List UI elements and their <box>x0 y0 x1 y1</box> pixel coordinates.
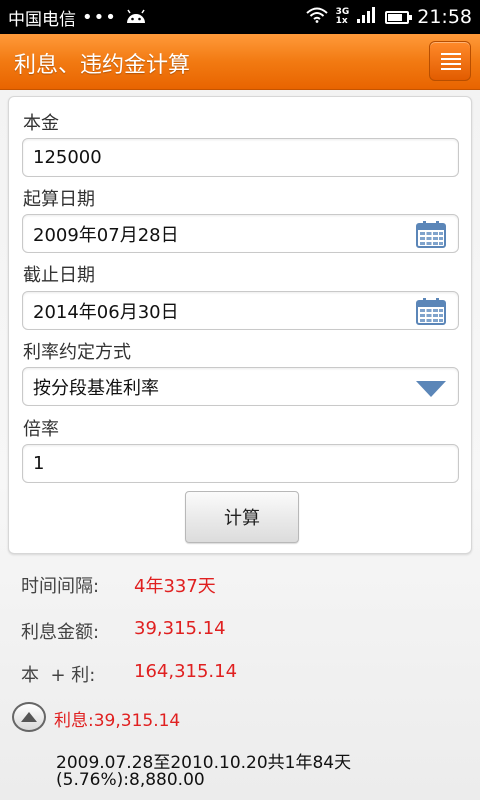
notification-dots: ••• <box>82 6 117 28</box>
total-value: 164,315.14 <box>134 661 238 682</box>
battery-icon <box>385 10 413 24</box>
menu-button[interactable] <box>429 41 471 81</box>
detail-line: (5.76%):8,880.00 <box>56 770 205 790</box>
multiplier-field[interactable] <box>22 444 459 483</box>
interval-value: 4年337天 <box>134 576 216 597</box>
network-type: 3G 1x <box>335 7 350 26</box>
dropdown-arrow-icon <box>416 381 446 402</box>
principal-field[interactable] <box>22 138 459 177</box>
calendar-icon[interactable] <box>416 221 446 253</box>
carrier-name: 中国电信 <box>8 9 76 30</box>
principal-label: 本金 <box>23 113 59 134</box>
interval-label: 时间间隔: <box>21 576 100 597</box>
calculate-button[interactable]: 计算 <box>185 491 299 543</box>
list-menu-icon <box>441 53 461 70</box>
detail-interest-title: 利息:39,315.14 <box>54 711 181 731</box>
input-form-card: 本金 起算日期 2009年07月28日 截止日期 2014年06月30日 <box>8 96 472 554</box>
status-bar: 中国电信 ••• 3G 1x 21:58 <box>0 0 480 34</box>
page-title: 利息、违约金计算 <box>14 53 191 78</box>
calendar-icon[interactable] <box>416 298 446 330</box>
rate-mode-label: 利率约定方式 <box>23 342 131 363</box>
start-date-field[interactable]: 2009年07月28日 <box>22 214 459 253</box>
android-icon <box>125 9 147 25</box>
clock: 21:58 <box>417 6 472 28</box>
interest-value: 39,315.14 <box>134 618 226 639</box>
end-date-value: 2014年06月30日 <box>33 301 179 323</box>
rate-mode-select[interactable]: 按分段基准利率 <box>22 367 459 406</box>
start-date-label: 起算日期 <box>23 189 95 210</box>
app-title-bar: 利息、违约金计算 <box>0 34 480 90</box>
principal-input[interactable] <box>33 147 458 168</box>
triangle-up-icon <box>21 712 37 722</box>
end-date-label: 截止日期 <box>23 265 95 286</box>
multiplier-label: 倍率 <box>23 419 59 440</box>
multiplier-input[interactable] <box>33 453 458 474</box>
start-date-value: 2009年07月28日 <box>33 224 179 246</box>
end-date-field[interactable]: 2014年06月30日 <box>22 291 459 330</box>
wifi-icon <box>305 7 328 28</box>
interest-label: 利息金额: <box>21 622 100 643</box>
collapse-detail-button[interactable] <box>12 702 46 732</box>
signal-icon <box>357 6 377 28</box>
total-label: 本 + 利: <box>21 665 96 686</box>
rate-mode-value: 按分段基准利率 <box>33 377 159 399</box>
